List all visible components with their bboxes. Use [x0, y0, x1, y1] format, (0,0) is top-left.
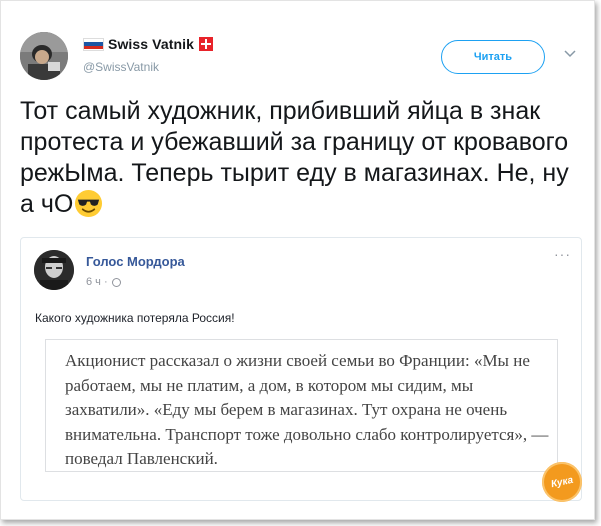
- post-text: Какого художника потеряла Россия!: [35, 311, 235, 325]
- page-name[interactable]: Голос Мордора: [86, 254, 185, 269]
- follow-button[interactable]: Читать: [441, 40, 545, 74]
- globe-icon: [111, 277, 121, 287]
- russia-flag-icon: [83, 37, 104, 51]
- watermark-logo: Кука: [542, 462, 582, 502]
- user-handle[interactable]: @SwissVatnik: [83, 60, 159, 74]
- user-avatar[interactable]: [20, 32, 68, 80]
- user-name-row[interactable]: Swiss Vatnik: [83, 36, 214, 52]
- display-name[interactable]: Swiss Vatnik: [108, 36, 194, 52]
- switzerland-flag-icon: [199, 37, 214, 51]
- post-meta: 6 ч ·: [86, 276, 121, 288]
- quote-image: Акционист рассказал о жизни своей семьи …: [45, 339, 558, 472]
- post-time[interactable]: 6 ч ·: [86, 276, 108, 288]
- tweet-text: Тот самый художник, прибивший яйца в зна…: [20, 96, 580, 220]
- chevron-down-icon[interactable]: [564, 50, 576, 58]
- tweet-screenshot-frame: Swiss Vatnik @SwissVatnik Читать Тот сам…: [0, 0, 595, 520]
- page-avatar[interactable]: [34, 250, 74, 290]
- more-options-icon[interactable]: ···: [554, 246, 571, 262]
- smiling-face-with-sunglasses-icon: [75, 189, 103, 218]
- quote-text: Акционист рассказал о жизни своей семьи …: [65, 351, 549, 468]
- embedded-facebook-post[interactable]: Голос Мордора 6 ч · ··· Какого художника…: [20, 237, 582, 501]
- watermark-text: Кука: [549, 474, 575, 490]
